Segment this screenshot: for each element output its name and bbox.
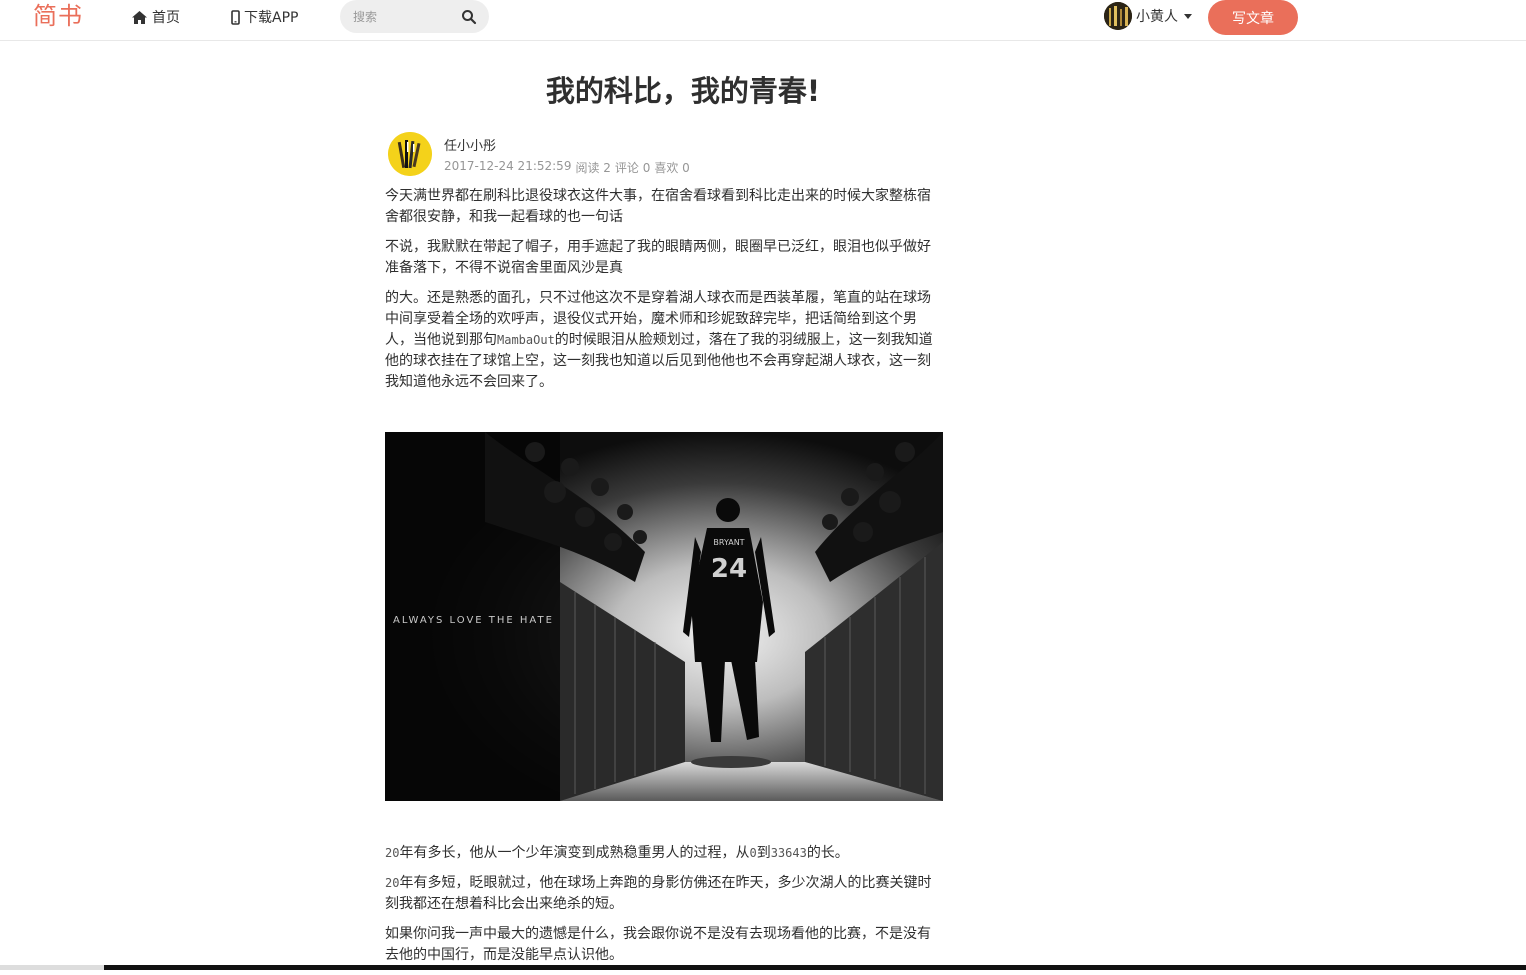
inline-code: MambaOut bbox=[497, 333, 555, 347]
site-logo[interactable]: 简书 bbox=[33, 0, 83, 32]
author-name[interactable]: 任小小彤 bbox=[444, 135, 496, 154]
inline-number: 0 bbox=[749, 846, 757, 860]
inline-number: 20 bbox=[385, 846, 400, 860]
inline-number: 20 bbox=[385, 876, 400, 890]
paragraph-text: 年有多长，他从一个少年演变到成熟稳重男人的过程，从 bbox=[399, 845, 750, 861]
search-input[interactable] bbox=[351, 8, 455, 25]
article-paragraph: 20年有多长，他从一个少年演变到成熟稳重男人的过程，从0到33643的长。 bbox=[385, 843, 943, 864]
article-paragraph: 今天满世界都在刷科比退役球衣这件大事，在宿舍看球看到科比走出来的时候大家整栋宿舍… bbox=[385, 188, 931, 225]
article-paragraph: 的大。还是熟悉的面孔，只不过他这次不是穿着湖人球衣而是西装革履，笔直的站在球场中… bbox=[385, 288, 943, 393]
paragraph-text: 的长。 bbox=[806, 845, 849, 861]
horizontal-scrollbar[interactable] bbox=[0, 965, 1526, 970]
author-avatar[interactable] bbox=[388, 132, 432, 176]
nav-home-label: 首页 bbox=[152, 10, 180, 26]
paragraph-text: 到 bbox=[756, 845, 771, 861]
comment-count: 评论 0 bbox=[614, 161, 651, 175]
publish-datetime: 2017-12-24 21:52:59 bbox=[444, 159, 572, 173]
jersey-name: BRYANT bbox=[713, 538, 744, 547]
user-menu[interactable]: 小黄人 bbox=[1104, 2, 1192, 30]
nav-download-app-link[interactable]: 下载APP bbox=[231, 7, 298, 27]
article-title: 我的科比，我的青春! bbox=[545, 74, 821, 108]
read-count: 阅读 2 bbox=[575, 161, 611, 175]
jersey-number: 24 bbox=[711, 554, 747, 584]
search-icon[interactable] bbox=[461, 9, 477, 25]
write-article-button[interactable]: 写文章 bbox=[1208, 0, 1298, 35]
nav-home-link[interactable]: 首页 bbox=[131, 7, 180, 27]
article-paragraph: 20年有多短，眨眼就过，他在球场上奔跑的身影仿佛还在昨天，多少次湖人的比赛关键时… bbox=[385, 873, 943, 915]
article-paragraph: 不说，我默默在带起了帽子，用手遮起了我的眼睛两侧，眼圈早已泛红，眼泪也似乎做好准… bbox=[385, 239, 931, 276]
paragraph-text: 年有多短，眨眼就过，他在球场上奔跑的身影仿佛还在昨天，多少次湖人的比赛关键时刻我… bbox=[385, 875, 932, 912]
article-image: BRYANT 24 ALWAYS LOVE THE HATE bbox=[385, 432, 943, 801]
nav-download-app-label: 下载APP bbox=[244, 10, 299, 26]
scrollbar-thumb[interactable] bbox=[0, 965, 104, 970]
top-nav-bar: 简书 首页 下载APP 小黄人 写文章 bbox=[0, 0, 1526, 41]
home-icon bbox=[132, 10, 147, 24]
article-body-continued: 20年有多长，他从一个少年演变到成熟稳重男人的过程，从0到33643的长。 20… bbox=[385, 843, 943, 975]
caret-down-icon bbox=[1184, 13, 1192, 19]
like-count: 喜欢 0 bbox=[654, 161, 690, 175]
search-box bbox=[340, 0, 489, 33]
article-meta: 2017-12-24 21:52:59 阅读 2 评论 0 喜欢 0 bbox=[444, 159, 690, 176]
article-paragraph: 如果你问我一声中最大的遗憾是什么，我会跟你说不是没有去现场看他的比赛，不是没有去… bbox=[385, 926, 931, 963]
username-label: 小黄人 bbox=[1136, 9, 1178, 25]
inline-number: 33643 bbox=[770, 846, 807, 860]
image-caption: ALWAYS LOVE THE HATE bbox=[393, 615, 554, 626]
article-body: 今天满世界都在刷科比退役球衣这件大事，在宿舍看球看到科比走出来的时候大家整栋宿舍… bbox=[385, 186, 943, 402]
phone-icon bbox=[231, 9, 240, 25]
user-avatar bbox=[1104, 2, 1132, 30]
